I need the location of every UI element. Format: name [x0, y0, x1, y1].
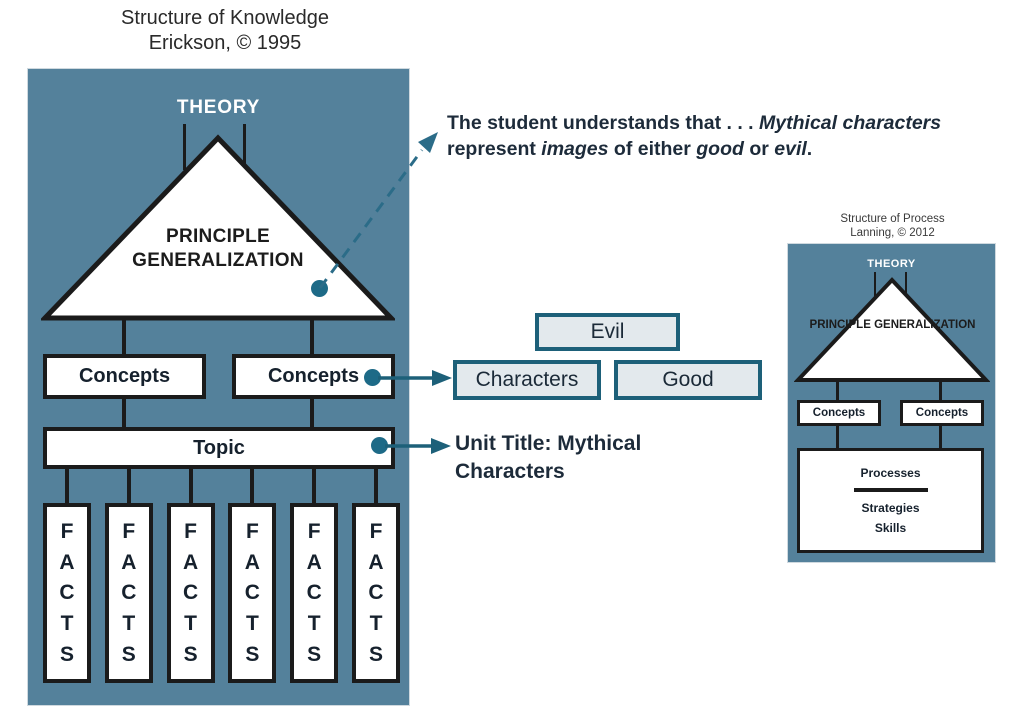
characters-box: Characters [453, 360, 601, 400]
knowledge-title-line1: Structure of Knowledge [121, 7, 329, 29]
knowledge-topic-label: Topic [193, 436, 245, 459]
connector-triangle-to-concepts-right [310, 318, 314, 356]
knowledge-theory-label: THEORY [176, 97, 261, 118]
connector-topic-to-facts [312, 467, 317, 505]
note-segment-5: good [696, 138, 744, 160]
process-concepts-box-right: Concepts [900, 400, 984, 426]
process-principle-line2: GENERALIZATION [874, 319, 976, 331]
facts-box: FACTS [104, 503, 153, 683]
process-concepts-left-label: Concepts [812, 407, 866, 419]
characters-label: Characters [475, 368, 579, 391]
connector-concepts-left-to-topic [122, 397, 126, 429]
note-segment-0: The student understands that . . . [447, 112, 760, 134]
diagram-canvas: Structure of Knowledge Erickson, © 1995 … [0, 0, 1024, 723]
topic-to-unit-title-arrow [385, 438, 451, 454]
process-connector-triangle-right [939, 380, 942, 402]
connector-topic-to-facts [374, 467, 378, 505]
facts-letter: A [368, 550, 384, 574]
facts-box: FACTS [166, 503, 215, 683]
generalization-dashed-arrow [318, 132, 438, 289]
knowledge-title-line2: Erickson, © 1995 [148, 32, 302, 54]
facts-letter: C [306, 581, 322, 605]
facts-letter: A [59, 550, 75, 574]
facts-letter: S [59, 643, 74, 667]
knowledge-topic-box: Topic [43, 427, 395, 469]
facts-letter: A [121, 550, 137, 574]
connector-topic-to-facts [126, 467, 131, 505]
connector-topic-to-facts [250, 467, 255, 505]
connector-triangle-to-concepts-left [122, 318, 126, 356]
knowledge-concepts-box-left: Concepts [43, 354, 206, 399]
facts-letter: C [244, 581, 260, 605]
processes-label: Processes [860, 466, 921, 480]
process-principle-line1: PRINCIPLE [809, 319, 871, 331]
facts-letter: S [307, 643, 322, 667]
facts-letter: F [122, 519, 136, 543]
good-box: Good [614, 360, 762, 400]
facts-letter: T [245, 612, 259, 636]
note-segment-8: . [806, 138, 813, 160]
note-segment-4: of either [608, 138, 697, 160]
note-segment-1: Mythical characters [759, 112, 942, 134]
processes-divider [853, 488, 928, 492]
facts-letter: S [245, 643, 260, 667]
facts-letter: S [368, 643, 383, 667]
note-segment-2: represent [447, 138, 542, 160]
knowledge-concepts-right-label: Concepts [267, 365, 360, 387]
process-concepts-right-label: Concepts [915, 407, 969, 419]
generalization-note-text: The student understands that . . . Mythi… [447, 110, 947, 162]
process-concepts-box-left: Concepts [797, 400, 881, 426]
process-panel-title: Structure of Process Lanning, © 2012 [800, 212, 985, 240]
facts-letter: T [184, 612, 197, 636]
facts-letter: F [184, 519, 197, 543]
concepts-to-characters-arrow [378, 370, 452, 386]
connector-topic-to-facts [65, 467, 69, 505]
note-segment-6: or [743, 138, 775, 160]
process-connector-concepts-right [939, 425, 942, 450]
process-title-line1: Structure of Process [840, 213, 945, 225]
facts-letter: T [369, 612, 383, 636]
facts-letter: A [244, 550, 260, 574]
connector-topic-to-facts [188, 467, 193, 505]
facts-letter: T [307, 612, 321, 636]
process-principle-label: PRINCIPLE GENERALIZATION [800, 318, 985, 332]
process-skills-box: Processes Strategies Skills [797, 448, 984, 553]
facts-letter: F [60, 519, 74, 543]
facts-letter: F [369, 519, 383, 543]
facts-box: FACTS [228, 503, 277, 683]
process-theory-label: THEORY [867, 258, 916, 270]
facts-letter: C [368, 581, 384, 605]
knowledge-panel-title: Structure of Knowledge Erickson, © 1995 [60, 6, 390, 56]
facts-box: FACTS [43, 503, 91, 683]
process-connector-concepts-left [836, 425, 839, 450]
facts-letter: T [122, 612, 136, 636]
good-label: Good [662, 368, 714, 391]
facts-letter: C [121, 581, 137, 605]
facts-letter: F [307, 519, 321, 543]
facts-letter: C [183, 581, 199, 605]
facts-box: FACTS [290, 503, 339, 683]
knowledge-concepts-left-label: Concepts [78, 365, 171, 387]
connector-concepts-right-to-topic [310, 397, 314, 429]
unit-title-note-text: Unit Title: Mythical Characters [455, 432, 642, 483]
note-segment-7: evil [774, 138, 807, 160]
note-segment-3: images [541, 138, 609, 160]
facts-letter: T [60, 612, 74, 636]
facts-letter: A [183, 550, 199, 574]
evil-box: Evil [535, 313, 680, 351]
facts-letter: S [183, 643, 198, 667]
principle-line1: PRINCIPLE [165, 226, 271, 247]
facts-letter: A [306, 550, 322, 574]
facts-letter: C [59, 581, 75, 605]
process-title-line2: Lanning, © 2012 [850, 227, 935, 239]
evil-label: Evil [590, 320, 625, 343]
facts-box: FACTS [352, 503, 400, 683]
skills-label: Skills [874, 521, 907, 535]
process-connector-triangle-left [836, 380, 839, 402]
facts-letter: S [121, 643, 136, 667]
facts-letter: F [245, 519, 259, 543]
strategies-label: Strategies [861, 501, 920, 515]
